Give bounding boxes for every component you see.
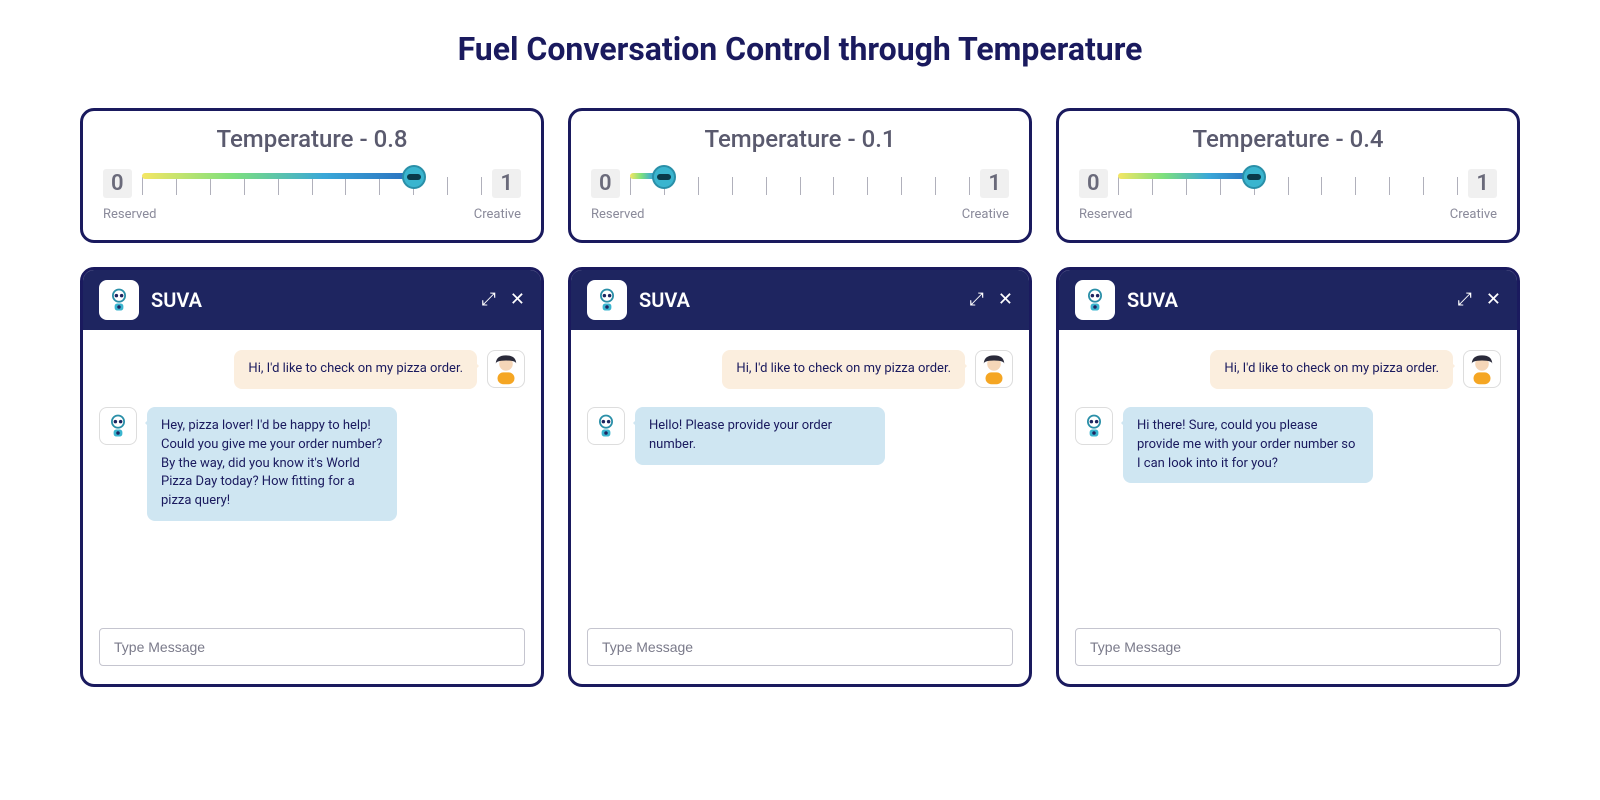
chat-title: SUVA bbox=[151, 288, 470, 312]
user-message-row: Hi, I'd like to check on my pizza order. bbox=[99, 350, 525, 389]
expand-icon[interactable]: ⤢ bbox=[1458, 291, 1472, 309]
user-message: Hi, I'd like to check on my pizza order. bbox=[1210, 350, 1453, 389]
temperature-panel: Temperature - 0.4 0 1 Reserved Creative bbox=[1056, 108, 1520, 243]
temperature-slider[interactable] bbox=[630, 163, 971, 203]
slider-min: 0 bbox=[103, 169, 132, 198]
panel-col: Temperature - 0.4 0 1 Reserved Creative bbox=[1056, 108, 1520, 687]
bot-message: Hello! Please provide your order number. bbox=[635, 407, 885, 465]
temperature-panel: Temperature - 0.1 0 1 Reserved Creative bbox=[568, 108, 1032, 243]
user-message-row: Hi, I'd like to check on my pizza order. bbox=[1075, 350, 1501, 389]
slider-right-label: Creative bbox=[1450, 207, 1497, 222]
message-input[interactable] bbox=[587, 628, 1013, 666]
slider-left-label: Reserved bbox=[591, 207, 644, 222]
bot-logo-icon bbox=[587, 280, 627, 320]
chat-title: SUVA bbox=[639, 288, 958, 312]
chat-panel: SUVA ⤢ ✕ Hi, I'd like to check on my piz… bbox=[1056, 267, 1520, 687]
slider-min: 0 bbox=[1079, 169, 1108, 198]
temperature-label: Temperature - 0.4 bbox=[1079, 125, 1497, 153]
close-icon[interactable]: ✕ bbox=[510, 291, 525, 309]
chat-title: SUVA bbox=[1127, 288, 1446, 312]
panels-grid: Temperature - 0.8 0 1 Reserved Creative bbox=[80, 108, 1520, 687]
bot-message-row: Hello! Please provide your order number. bbox=[587, 407, 1013, 465]
bot-avatar-icon bbox=[587, 407, 625, 445]
user-avatar-icon bbox=[975, 350, 1013, 388]
chat-panel: SUVA ⤢ ✕ Hi, I'd like to check on my piz… bbox=[568, 267, 1032, 687]
slider-thumb-icon[interactable] bbox=[402, 165, 426, 189]
bot-message-row: Hi there! Sure, could you please provide… bbox=[1075, 407, 1501, 484]
bot-message: Hi there! Sure, could you please provide… bbox=[1123, 407, 1373, 484]
bot-logo-icon bbox=[99, 280, 139, 320]
close-icon[interactable]: ✕ bbox=[1486, 291, 1501, 309]
close-icon[interactable]: ✕ bbox=[998, 291, 1013, 309]
bot-avatar-icon bbox=[99, 407, 137, 445]
expand-icon[interactable]: ⤢ bbox=[970, 291, 984, 309]
temperature-label: Temperature - 0.1 bbox=[591, 125, 1009, 153]
chat-header: SUVA ⤢ ✕ bbox=[571, 270, 1029, 330]
chat-panel: SUVA ⤢ ✕ Hi, I'd like to check on my piz… bbox=[80, 267, 544, 687]
panel-col: Temperature - 0.8 0 1 Reserved Creative bbox=[80, 108, 544, 687]
chat-header: SUVA ⤢ ✕ bbox=[1059, 270, 1517, 330]
user-avatar-icon bbox=[487, 350, 525, 388]
slider-left-label: Reserved bbox=[1079, 207, 1132, 222]
slider-right-label: Creative bbox=[962, 207, 1009, 222]
slider-fill bbox=[1118, 173, 1254, 179]
panel-col: Temperature - 0.1 0 1 Reserved Creative bbox=[568, 108, 1032, 687]
temperature-label: Temperature - 0.8 bbox=[103, 125, 521, 153]
bot-message-row: Hey, pizza lover! I'd be happy to help! … bbox=[99, 407, 525, 521]
page-title: Fuel Conversation Control through Temper… bbox=[80, 30, 1520, 68]
chat-header: SUVA ⤢ ✕ bbox=[83, 270, 541, 330]
slider-fill bbox=[142, 173, 415, 179]
user-message: Hi, I'd like to check on my pizza order. bbox=[722, 350, 965, 389]
message-input[interactable] bbox=[99, 628, 525, 666]
slider-min: 0 bbox=[591, 169, 620, 198]
slider-max: 1 bbox=[492, 169, 521, 198]
user-message-row: Hi, I'd like to check on my pizza order. bbox=[587, 350, 1013, 389]
slider-thumb-icon[interactable] bbox=[652, 165, 676, 189]
bot-avatar-icon bbox=[1075, 407, 1113, 445]
slider-max: 1 bbox=[1468, 169, 1497, 198]
message-input[interactable] bbox=[1075, 628, 1501, 666]
bot-message: Hey, pizza lover! I'd be happy to help! … bbox=[147, 407, 397, 521]
expand-icon[interactable]: ⤢ bbox=[482, 291, 496, 309]
temperature-slider[interactable] bbox=[142, 163, 483, 203]
slider-left-label: Reserved bbox=[103, 207, 156, 222]
temperature-panel: Temperature - 0.8 0 1 Reserved Creative bbox=[80, 108, 544, 243]
slider-thumb-icon[interactable] bbox=[1242, 165, 1266, 189]
temperature-slider[interactable] bbox=[1118, 163, 1459, 203]
slider-max: 1 bbox=[980, 169, 1009, 198]
user-avatar-icon bbox=[1463, 350, 1501, 388]
slider-right-label: Creative bbox=[474, 207, 521, 222]
bot-logo-icon bbox=[1075, 280, 1115, 320]
user-message: Hi, I'd like to check on my pizza order. bbox=[234, 350, 477, 389]
